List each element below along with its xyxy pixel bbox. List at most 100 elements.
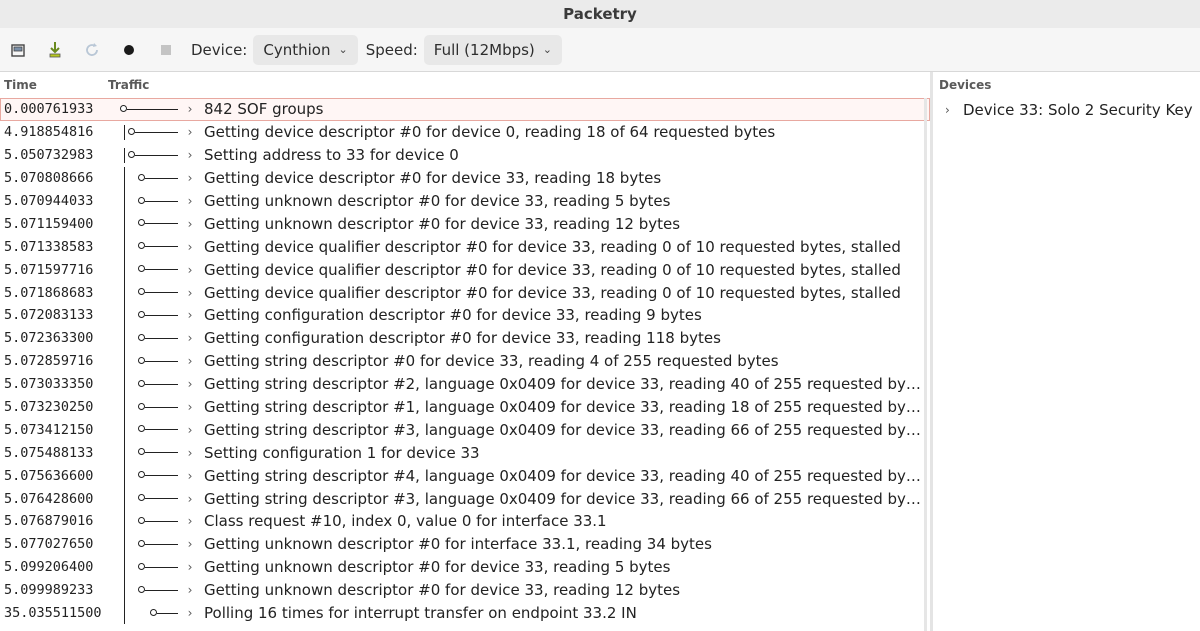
table-row[interactable]: 5.071338583 › Getting device qualifier des… [0, 235, 930, 259]
traffic-list: 0.000761933 › 842 SOF groups 4.918854816 › Ge… [0, 98, 930, 625]
table-row[interactable]: 5.072859716 › Getting string descriptor #0… [0, 349, 930, 373]
table-row[interactable]: 5.072363300 › Getting configuration descri… [0, 326, 930, 350]
table-row[interactable]: 4.918854816 › Getting device descriptor #0… [0, 121, 930, 144]
summary-cell: Getting string descriptor #1, language 0… [204, 398, 922, 417]
summary-cell: Getting device descriptor #0 for device … [204, 123, 776, 142]
time-column-header[interactable]: Time [0, 78, 108, 92]
time-cell: 5.099206400 [4, 559, 94, 576]
open-file-icon[interactable] [6, 38, 30, 62]
summary-cell: Getting unknown descriptor #0 for device… [204, 192, 671, 210]
table-row[interactable]: 5.073230250 › Getting string descriptor #1… [0, 395, 930, 419]
time-cell: 5.075636600 [4, 467, 94, 484]
scrollbar[interactable] [924, 98, 927, 631]
table-row[interactable]: 5.076879016 › Class request #10, index 0, … [0, 510, 930, 533]
table-row[interactable]: 5.070808666 › Getting device descriptor #0… [0, 166, 930, 190]
traffic-column-header-label[interactable]: Traffic [108, 78, 149, 92]
chevron-right-icon[interactable]: › [182, 354, 198, 368]
device-tree-item[interactable]: › Device 33: Solo 2 Security Key [933, 98, 1200, 122]
connector-graphic [110, 532, 182, 556]
connector-graphic [110, 418, 182, 442]
chevron-right-icon[interactable]: › [182, 331, 198, 345]
table-row[interactable]: 0.000761933 › 842 SOF groups [0, 98, 930, 121]
time-cell: 5.075488133 [4, 444, 94, 461]
speed-dropdown[interactable]: Full (12Mbps) ⌄ [423, 34, 562, 65]
summary-cell: Getting unknown descriptor #0 for device… [204, 581, 681, 600]
table-row[interactable]: 5.071597716 › Getting device qualifier des… [0, 258, 930, 282]
connector-graphic [110, 281, 182, 305]
chevron-right-icon[interactable]: › [182, 102, 198, 116]
time-cell: 5.076428600 [4, 490, 94, 507]
chevron-right-icon[interactable]: › [182, 560, 198, 574]
chevron-right-icon[interactable]: › [182, 240, 198, 254]
table-row[interactable]: 5.071159400 › Getting unknown descriptor #… [0, 212, 930, 236]
time-cell: 5.072859716 [4, 353, 94, 370]
chevron-right-icon[interactable]: › [182, 148, 198, 162]
chevron-right-icon[interactable]: › [182, 286, 198, 300]
record-icon[interactable] [117, 38, 141, 62]
summary-cell: Getting string descriptor #0 for device … [204, 352, 779, 371]
time-cell: 5.073033350 [4, 376, 94, 393]
summary-cell: Setting configuration 1 for device 33 [204, 443, 480, 462]
connector-graphic [110, 212, 182, 236]
table-row[interactable]: 5.073033350 › Getting string descriptor #2… [0, 372, 930, 396]
summary-cell: Setting address to 33 for device 0 [204, 146, 459, 165]
table-row[interactable]: 5.073412150 › Getting string descriptor #3… [0, 418, 930, 442]
connector-graphic [110, 304, 182, 327]
summary-cell: Getting device qualifier descriptor #0 f… [204, 283, 901, 302]
chevron-right-icon[interactable]: › [182, 583, 198, 597]
speed-value: Full (12Mbps) [433, 40, 535, 59]
chevron-right-icon[interactable]: › [182, 217, 198, 231]
chevron-right-icon[interactable]: › [182, 171, 198, 185]
chevron-right-icon[interactable]: › [182, 469, 198, 483]
chevron-right-icon[interactable]: › [182, 194, 198, 208]
table-row[interactable]: 35.035511500 › Polling 16 times for interr… [0, 601, 930, 625]
chevron-right-icon[interactable]: › [182, 606, 198, 620]
device-value: Cynthion [263, 40, 331, 59]
table-row[interactable]: 5.070944033 › Getting unknown descriptor #… [0, 189, 930, 213]
connector-graphic [110, 395, 182, 419]
time-cell: 5.099989233 [4, 582, 94, 599]
connector-graphic [110, 189, 182, 213]
chevron-right-icon[interactable]: › [182, 514, 198, 528]
chevron-right-icon[interactable]: › [182, 400, 198, 414]
time-cell: 5.073412150 [4, 421, 94, 438]
summary-cell: 842 SOF groups [204, 100, 324, 119]
summary-cell: Getting device qualifier descriptor #0 f… [204, 237, 901, 256]
chevron-right-icon[interactable]: › [182, 263, 198, 277]
table-row[interactable]: 5.077027650 › Getting unknown descriptor #… [0, 532, 930, 556]
table-row[interactable]: 5.076428600 › Getting string descriptor #3… [0, 487, 930, 511]
devices-pane: Devices › Device 33: Solo 2 Security Key [933, 72, 1200, 631]
table-row[interactable]: 5.071868683 › Getting device qualifier des… [0, 281, 930, 305]
refresh-icon[interactable] [80, 38, 104, 62]
save-file-icon[interactable] [43, 38, 67, 62]
chevron-right-icon[interactable]: › [945, 103, 961, 117]
table-row[interactable]: 5.075488133 › Setting configuration 1 for … [0, 441, 930, 465]
connector-graphic [110, 372, 182, 396]
connector-graphic [110, 555, 182, 579]
speed-label: Speed: [365, 40, 418, 59]
chevron-right-icon[interactable]: › [182, 308, 198, 322]
table-row[interactable]: 5.072083133 › Getting configuration descri… [0, 304, 930, 327]
summary-cell: Polling 16 times for interrupt transfer … [204, 604, 637, 623]
device-item-label: Device 33: Solo 2 Security Key [963, 101, 1193, 119]
chevron-right-icon[interactable]: › [182, 377, 198, 391]
table-row[interactable]: 5.050732983 › Setting address to 33 for de… [0, 144, 930, 167]
connector-graphic [110, 326, 182, 350]
device-dropdown[interactable]: Cynthion ⌄ [253, 34, 358, 65]
table-row[interactable]: 5.075636600 › Getting string descriptor #4… [0, 464, 930, 488]
time-cell: 5.070944033 [4, 193, 94, 209]
chevron-right-icon[interactable]: › [182, 537, 198, 551]
stop-icon[interactable] [154, 38, 178, 62]
connector-graphic [110, 98, 182, 121]
chevron-right-icon[interactable]: › [182, 492, 198, 506]
summary-cell: Getting string descriptor #3, language 0… [204, 420, 922, 439]
table-row[interactable]: 5.099206400 › Getting unknown descriptor #… [0, 555, 930, 579]
table-row[interactable]: 5.099989233 › Getting unknown descriptor #… [0, 578, 930, 602]
chevron-right-icon[interactable]: › [182, 446, 198, 460]
chevron-right-icon[interactable]: › [182, 125, 198, 139]
connector-graphic [110, 349, 182, 373]
time-cell: 0.000761933 [4, 101, 94, 118]
time-cell: 5.073230250 [4, 399, 94, 416]
connector-graphic [110, 258, 182, 282]
chevron-right-icon[interactable]: › [182, 423, 198, 437]
